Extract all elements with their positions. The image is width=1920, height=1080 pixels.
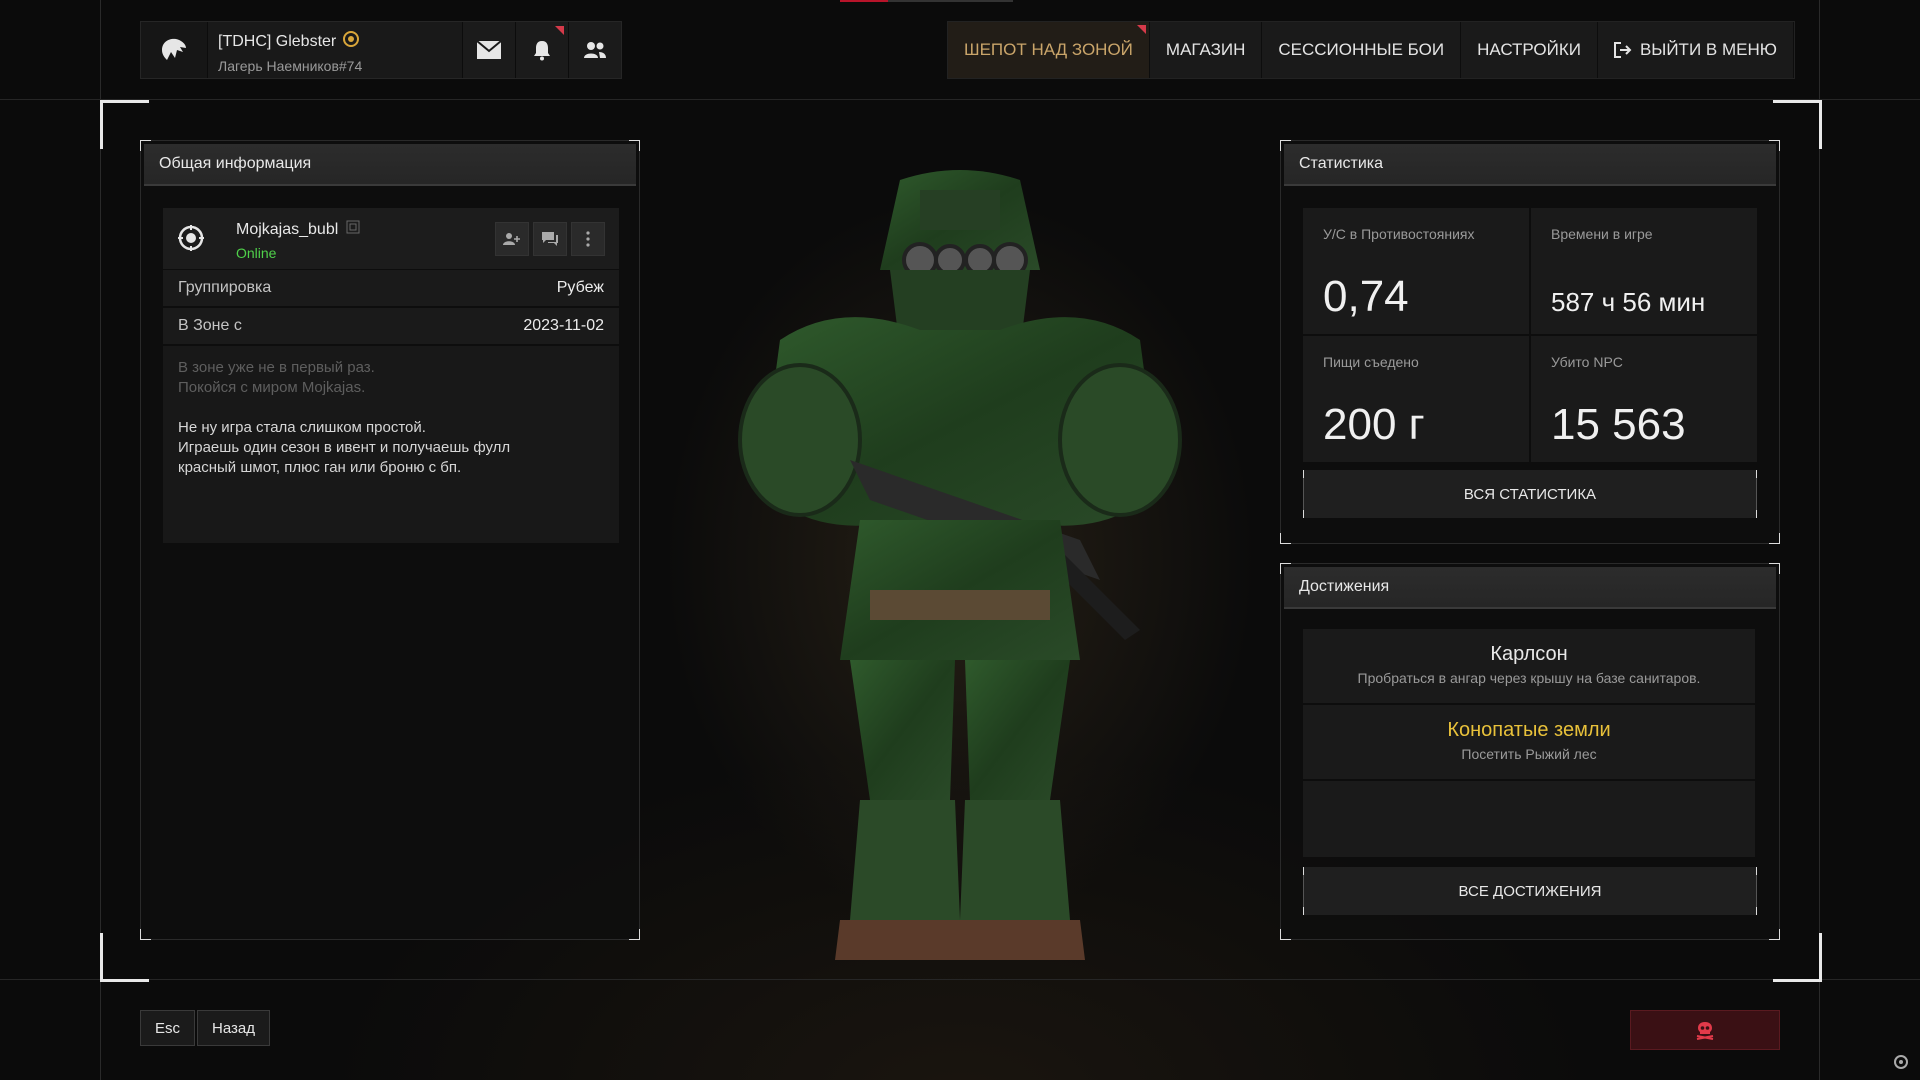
stat-label: Пищи съедено	[1323, 354, 1419, 370]
mail-icon	[476, 40, 502, 59]
stat-value: 200 г	[1323, 400, 1425, 449]
friends-icon	[584, 42, 606, 58]
achievement-title: Карлсон	[1490, 643, 1568, 665]
nav-whisper-label: ШЕПОТ НАД ЗОНОЙ	[964, 40, 1133, 59]
bio-line: Не ну игра стала слишком простой.	[178, 419, 426, 436]
user-name: [TDHC] Glebster	[218, 32, 337, 50]
player-status: Online	[236, 245, 277, 261]
bell-icon	[534, 41, 550, 61]
profile-card: Mojkajas_bubl Online	[163, 208, 619, 269]
bio-box[interactable]: В зоне уже не в первый раз. Покойся с ми…	[163, 346, 619, 543]
add-user-icon	[503, 233, 520, 245]
achievement-desc: Пробраться в ангар через крышу на базе с…	[1357, 670, 1701, 686]
frame-corner	[1773, 100, 1822, 149]
faction-logo-icon[interactable]	[141, 22, 208, 78]
back-button[interactable]: Назад	[197, 1010, 270, 1046]
all-stats-button[interactable]: ВСЯ СТАТИСТИКА	[1303, 470, 1757, 518]
friends-button[interactable]	[568, 22, 621, 78]
stat-value: 15 563	[1551, 400, 1686, 449]
frame-rail-right	[1819, 0, 1820, 1080]
all-achievements-button[interactable]: ВСЕ ДОСТИЖЕНИЯ	[1303, 867, 1757, 915]
nav-session-battles[interactable]: СЕССИОННЫЕ БОИ	[1262, 22, 1462, 78]
add-friend-button[interactable]	[495, 222, 529, 256]
top-nav: ШЕПОТ НАД ЗОНОЙ МАГАЗИН СЕССИОННЫЕ БОИ Н…	[947, 21, 1795, 79]
achievements-panel: Достижения Карлсон Пробраться в ангар че…	[1280, 563, 1780, 940]
nav-exit-menu[interactable]: ВЫЙТИ В МЕНЮ	[1597, 22, 1794, 78]
joined-row: В Зоне с 2023-11-02	[163, 308, 619, 344]
achievement-item[interactable]: Карлсон Пробраться в ангар через крышу н…	[1303, 629, 1755, 703]
nav-shop[interactable]: МАГАЗИН	[1149, 22, 1263, 78]
stat-playtime: Времени в игре 587 ч 56 мин	[1531, 208, 1757, 334]
exit-icon	[1613, 42, 1632, 58]
bottom-controls: Esc Назад	[140, 1010, 270, 1046]
mail-button[interactable]	[462, 22, 515, 78]
panel-title: Общая информация	[144, 144, 636, 186]
top-indicator	[840, 0, 888, 2]
joined-value: 2023-11-02	[523, 317, 604, 334]
notifications-button[interactable]	[515, 22, 568, 78]
esc-key-button[interactable]: Esc	[140, 1010, 196, 1046]
character-model[interactable]	[720, 160, 1200, 975]
frame-rail-left	[100, 0, 101, 1080]
rank-badge-icon	[342, 30, 360, 53]
player-name: Mojkajas_bubl	[236, 220, 339, 238]
general-info-panel: Общая информация Mojkajas_bubl Online Гр…	[140, 140, 640, 940]
stat-label: Убито NPC	[1551, 354, 1623, 370]
nav-whisper[interactable]: ШЕПОТ НАД ЗОНОЙ	[948, 22, 1150, 78]
faction-value: Рубеж	[556, 279, 604, 296]
more-options-button[interactable]	[571, 222, 605, 256]
report-player-button[interactable]	[1630, 1010, 1780, 1050]
bio-line: красный шмот, плюс ган или броню с бп.	[178, 459, 462, 476]
nav-settings-label: НАСТРОЙКИ	[1477, 40, 1581, 59]
stat-food: Пищи съедено 200 г	[1303, 336, 1529, 462]
top-indicator-track	[888, 0, 1013, 2]
faction-row: Группировка Рубеж	[163, 270, 619, 306]
bio-placeholder-line: Покойся с миром Mojkajas.	[178, 379, 366, 396]
message-button[interactable]	[533, 222, 567, 256]
nav-shop-label: МАГАЗИН	[1165, 40, 1246, 59]
nav-settings[interactable]: НАСТРОЙКИ	[1461, 22, 1598, 78]
panel-title: Статистика	[1284, 144, 1776, 186]
stat-kd: У/С в Противостояниях 0,74	[1303, 208, 1529, 334]
joined-label: В Зоне с	[178, 317, 242, 334]
stat-label: Времени в игре	[1551, 226, 1653, 242]
copy-icon[interactable]	[346, 220, 360, 239]
achievement-title: Конопатые земли	[1447, 719, 1611, 741]
stats-panel: Статистика У/С в Противостояниях 0,74 Вр…	[1280, 140, 1780, 544]
faction-emblem-icon	[177, 224, 205, 257]
bio-placeholder-line: В зоне уже не в первый раз.	[178, 359, 375, 376]
frame-line-bottom	[0, 979, 1920, 980]
frame-corner	[100, 933, 149, 982]
achievement-empty-slot	[1303, 781, 1755, 857]
nav-session-label: СЕССИОННЫЕ БОИ	[1278, 40, 1445, 59]
nav-exit-label: ВЫЙТИ В МЕНЮ	[1639, 40, 1777, 59]
user-subtitle: Лагерь Наемников#74	[218, 58, 363, 74]
faction-label: Группировка	[178, 279, 272, 296]
bio-line: Играешь один сезон в ивент и получаешь ф…	[178, 439, 511, 456]
achievement-desc: Посетить Рыжий лес	[1461, 746, 1597, 762]
stat-value: 0,74	[1323, 272, 1409, 321]
frame-corner	[1773, 933, 1822, 982]
notification-dot	[555, 26, 564, 35]
stat-label: У/С в Противостояниях	[1323, 226, 1475, 242]
more-vertical-icon	[586, 231, 590, 247]
achievement-item[interactable]: Конопатые земли Посетить Рыжий лес	[1303, 705, 1755, 779]
chat-icon	[542, 232, 558, 246]
settings-gear-icon[interactable]	[1893, 1054, 1909, 1075]
stat-npc-kills: Убито NPC 15 563	[1531, 336, 1757, 462]
skull-icon	[1696, 1022, 1714, 1040]
panel-title: Достижения	[1284, 567, 1776, 609]
notification-dot	[1136, 25, 1146, 34]
stat-value: 587 ч 56 мин	[1551, 287, 1706, 317]
frame-line-top	[0, 99, 1920, 100]
user-bar: [TDHC] Glebster Лагерь Наемников#74	[140, 21, 622, 79]
user-info[interactable]: [TDHC] Glebster Лагерь Наемников#74	[208, 22, 462, 78]
